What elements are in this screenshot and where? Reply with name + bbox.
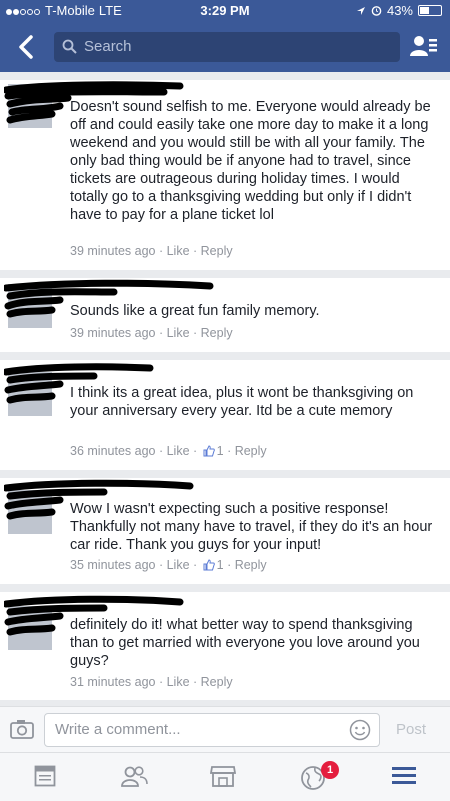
search-icon: [62, 39, 77, 54]
marketplace-icon[interactable]: [210, 765, 236, 787]
like-button[interactable]: Like: [167, 326, 190, 340]
comment-item: Doesn't sound selfish to me. Everyone wo…: [0, 80, 450, 270]
battery-icon: [418, 5, 442, 16]
comment-text: I think its a great idea, plus it wont b…: [70, 385, 414, 419]
search-input[interactable]: Search: [54, 32, 400, 62]
comment-placeholder: Write a comment...: [55, 721, 181, 738]
like-count: 1: [216, 444, 224, 458]
comment-time: 39 minutes ago: [70, 326, 156, 340]
emoji-icon[interactable]: [349, 719, 371, 741]
alarm-icon: [371, 6, 382, 16]
reply-button[interactable]: Reply: [201, 675, 233, 689]
search-placeholder: Search: [84, 38, 132, 55]
nav-bar: Search: [0, 22, 450, 72]
like-button[interactable]: Like: [167, 244, 190, 258]
comment-time: 31 minutes ago: [70, 675, 156, 689]
comment-meta: 35 minutes ago · Like · 1 · Reply: [70, 558, 267, 572]
comment-time: 36 minutes ago: [70, 444, 156, 458]
thumbs-up-icon: [203, 559, 215, 571]
comment-time: 35 minutes ago: [70, 558, 156, 572]
battery-percent: 43%: [386, 3, 413, 18]
comment-meta: 31 minutes ago · Like · Reply: [70, 675, 233, 689]
comment-meta: 36 minutes ago · Like · 1 · Reply: [70, 444, 267, 458]
comment-item: Sounds like a great fun family memory. 3…: [0, 278, 450, 352]
reply-button[interactable]: Reply: [235, 558, 267, 572]
thumbs-up-icon: [203, 445, 215, 457]
like-count: 1: [216, 558, 224, 572]
comment-text: Doesn't sound selfish to me. Everyone wo…: [70, 99, 431, 223]
post-button[interactable]: Post: [396, 721, 426, 738]
back-arrow-icon[interactable]: [14, 34, 40, 60]
status-bar: T-Mobile LTE 3:29 PM 43%: [0, 0, 450, 22]
comment-item: Wow I wasn't expecting such a positive r…: [0, 478, 450, 584]
comment-text: definitely do it! what better way to spe…: [70, 617, 420, 669]
comment-text: Sounds like a great fun family memory.: [70, 303, 320, 319]
friend-list-icon[interactable]: [410, 34, 438, 58]
notification-badge: 1: [321, 761, 339, 779]
comment-composer: Write a comment... Post: [0, 706, 450, 753]
camera-icon[interactable]: [10, 719, 34, 739]
reply-button[interactable]: Reply: [201, 244, 233, 258]
comment-text: Wow I wasn't expecting such a positive r…: [70, 501, 433, 553]
comment-input[interactable]: Write a comment...: [44, 713, 380, 747]
like-button[interactable]: Like: [167, 444, 190, 458]
tab-bar: 1: [0, 752, 450, 801]
friend-requests-icon[interactable]: [120, 765, 148, 787]
reply-button[interactable]: Reply: [235, 444, 267, 458]
news-feed-icon[interactable]: [34, 765, 56, 787]
like-button[interactable]: Like: [167, 558, 190, 572]
comment-time: 39 minutes ago: [70, 244, 156, 258]
comment-meta: 39 minutes ago · Like · Reply: [70, 244, 233, 258]
like-button[interactable]: Like: [167, 675, 190, 689]
comment-item: I think its a great idea, plus it wont b…: [0, 360, 450, 470]
location-icon: [356, 6, 365, 15]
comment-item: definitely do it! what better way to spe…: [0, 592, 450, 700]
comment-meta: 39 minutes ago · Like · Reply: [70, 326, 233, 340]
reply-button[interactable]: Reply: [201, 326, 233, 340]
menu-icon[interactable]: [392, 765, 416, 785]
